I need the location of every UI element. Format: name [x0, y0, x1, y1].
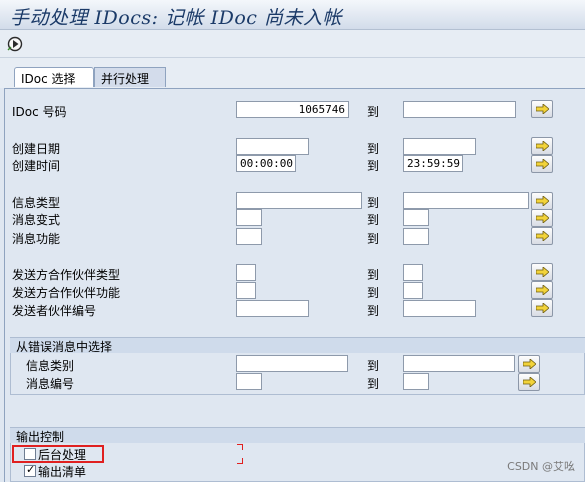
- arrow-right-icon: [536, 231, 549, 241]
- to-label: 到: [367, 268, 380, 282]
- created-date-to-field[interactable]: [403, 138, 476, 155]
- to-label: 到: [367, 286, 380, 300]
- message-class-from-field[interactable]: [236, 355, 348, 372]
- created-time-from-field[interactable]: 00:00:00: [236, 155, 296, 172]
- idoc-number-label: IDoc 号码: [12, 105, 67, 119]
- message-type-from-field[interactable]: [236, 192, 362, 209]
- arrow-right-icon: [536, 104, 549, 114]
- to-label: 到: [367, 196, 380, 210]
- checkmark-icon: ✓: [26, 463, 36, 476]
- arrow-right-icon: [536, 303, 549, 313]
- message-function-from-field[interactable]: [236, 228, 262, 245]
- output-list-checkbox[interactable]: ✓: [24, 463, 36, 477]
- multiple-selection-button[interactable]: [518, 373, 540, 391]
- to-label: 到: [367, 304, 380, 318]
- message-class-label: 信息类别: [26, 359, 75, 373]
- multiple-selection-button[interactable]: [531, 227, 553, 245]
- message-function-label: 消息功能: [12, 232, 61, 246]
- to-label: 到: [367, 159, 380, 173]
- to-label: 到: [367, 142, 380, 156]
- message-variant-from-field[interactable]: [236, 209, 262, 226]
- multiple-selection-button[interactable]: [531, 281, 553, 299]
- multiple-selection-button[interactable]: [531, 209, 553, 227]
- arrow-right-icon: [536, 285, 549, 295]
- highlight-corner-top: [237, 444, 243, 450]
- multiple-selection-button[interactable]: [531, 155, 553, 173]
- error-group-header: 从错误消息中选择: [10, 337, 585, 354]
- to-label: 到: [367, 377, 380, 391]
- partner-function-to-field[interactable]: [403, 282, 423, 299]
- created-time-label: 创建时间: [12, 159, 61, 173]
- message-number-from-field[interactable]: [236, 373, 262, 390]
- to-label: 到: [367, 359, 380, 373]
- multiple-selection-button[interactable]: [531, 100, 553, 118]
- message-variant-to-field[interactable]: [403, 209, 429, 226]
- partner-type-from-field[interactable]: [236, 264, 256, 281]
- to-label: 到: [367, 213, 380, 227]
- multiple-selection-button[interactable]: [531, 192, 553, 210]
- arrow-right-icon: [536, 196, 549, 206]
- partner-number-from-field[interactable]: [236, 300, 309, 317]
- partner-number-label: 发送者伙伴编号: [12, 304, 97, 318]
- idoc-number-from-field[interactable]: 1065746: [236, 101, 349, 118]
- arrow-right-icon: [536, 213, 549, 223]
- partner-number-to-field[interactable]: [403, 300, 476, 317]
- created-date-from-field[interactable]: [236, 138, 309, 155]
- arrow-right-icon: [536, 141, 549, 151]
- execute-icon[interactable]: [6, 35, 24, 53]
- multiple-selection-button[interactable]: [531, 137, 553, 155]
- watermark: CSDN @艾吆: [507, 460, 575, 473]
- arrow-right-icon: [523, 359, 536, 369]
- multiple-selection-button[interactable]: [531, 263, 553, 281]
- toolbar: [0, 30, 585, 58]
- partner-type-label: 发送方合作伙伴类型: [12, 268, 121, 282]
- message-number-label: 消息编号: [26, 377, 75, 391]
- message-type-to-field[interactable]: [403, 192, 529, 209]
- arrow-right-icon: [536, 267, 549, 277]
- tab-parallel-processing[interactable]: 并行处理: [94, 67, 166, 87]
- created-date-label: 创建日期: [12, 142, 61, 156]
- multiple-selection-button[interactable]: [531, 299, 553, 317]
- page-title: 手动处理 IDocs: 记帐 IDoc 尚未入帐: [10, 7, 342, 29]
- tab-idoc-selection[interactable]: IDoc 选择: [14, 67, 94, 87]
- message-class-to-field[interactable]: [403, 355, 515, 372]
- highlight-box: [12, 445, 104, 463]
- title-bar: 手动处理 IDocs: 记帐 IDoc 尚未入帐: [0, 0, 585, 30]
- created-time-to-field[interactable]: 23:59:59: [403, 155, 463, 172]
- message-function-to-field[interactable]: [403, 228, 429, 245]
- output-list-label: 输出清单: [38, 465, 87, 479]
- idoc-number-to-field[interactable]: [403, 101, 516, 118]
- message-number-to-field[interactable]: [403, 373, 429, 390]
- highlight-corner-bottom: [237, 458, 243, 464]
- multiple-selection-button[interactable]: [518, 355, 540, 373]
- to-label: 到: [367, 105, 380, 119]
- arrow-right-icon: [523, 377, 536, 387]
- message-type-label: 信息类型: [12, 196, 61, 210]
- partner-function-from-field[interactable]: [236, 282, 256, 299]
- partner-function-label: 发送方合作伙伴功能: [12, 286, 121, 300]
- partner-type-to-field[interactable]: [403, 264, 423, 281]
- to-label: 到: [367, 232, 380, 246]
- tab-strip: IDoc 选择 并行处理: [0, 58, 585, 88]
- output-group-header: 输出控制: [10, 427, 585, 444]
- arrow-right-icon: [536, 159, 549, 169]
- message-variant-label: 消息变式: [12, 213, 61, 227]
